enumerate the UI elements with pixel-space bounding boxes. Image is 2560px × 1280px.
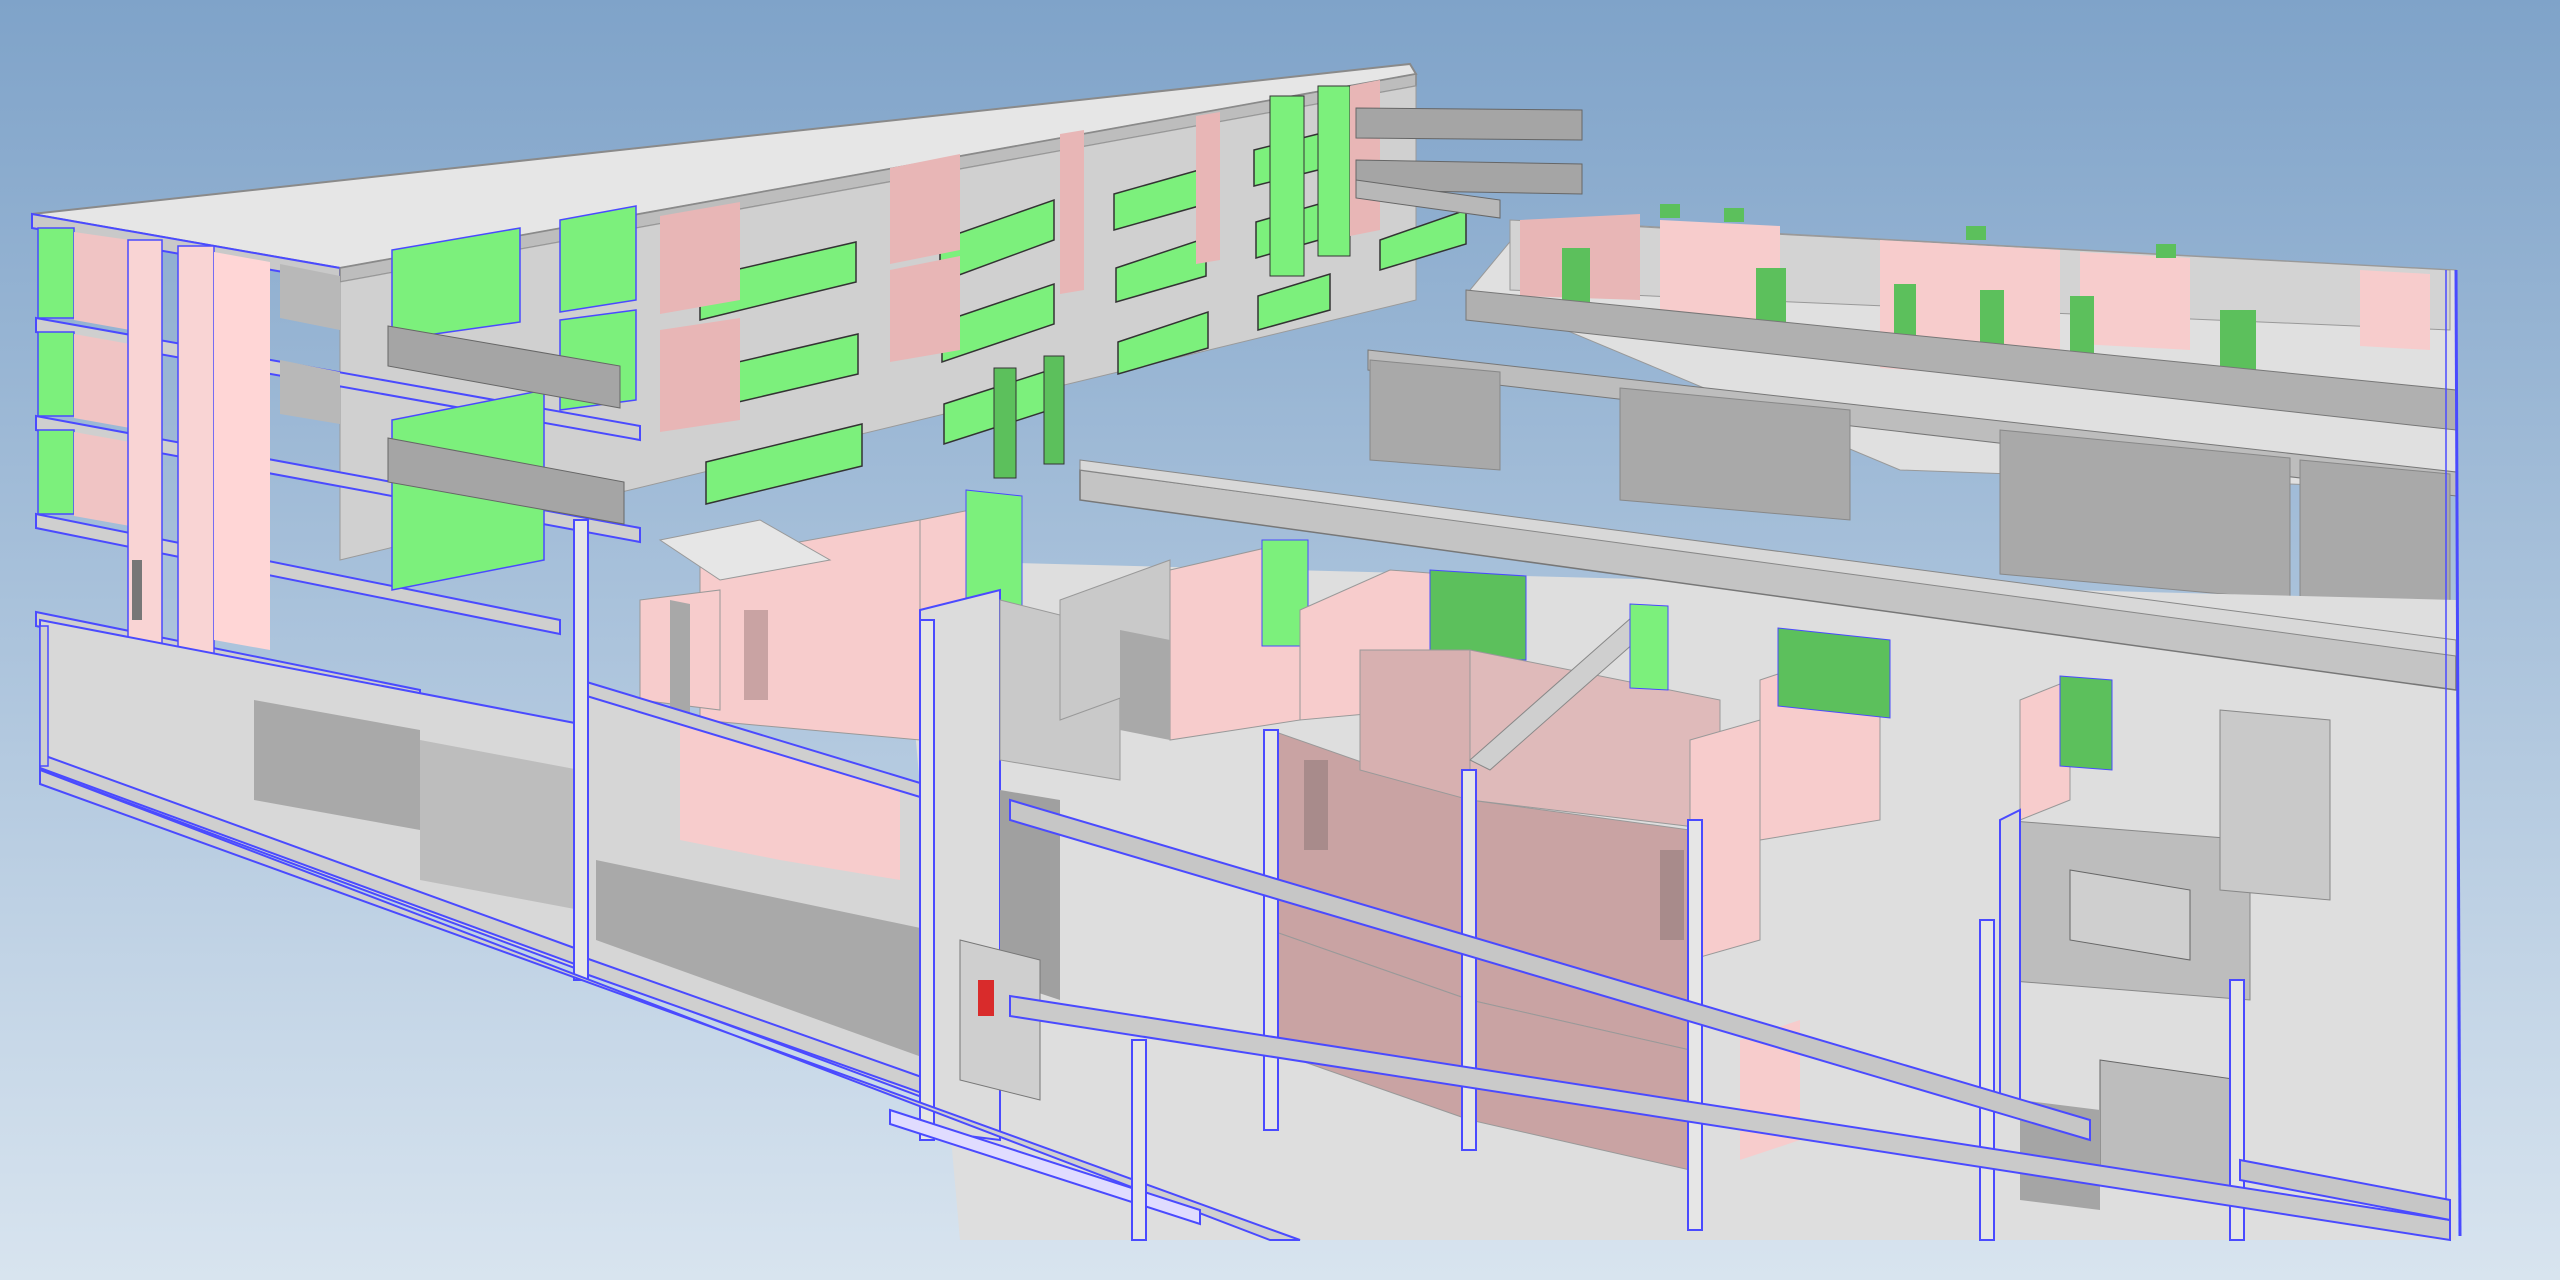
wall (890, 154, 960, 264)
wall (2360, 270, 2430, 350)
column (177, 245, 215, 677)
wall (660, 202, 740, 314)
column (1131, 1039, 1147, 1241)
wall (420, 740, 580, 910)
door-opening (1980, 290, 2004, 350)
wall (2299, 459, 2451, 611)
facade-panel (37, 227, 75, 319)
facade-panel (1317, 85, 1351, 257)
3d-model-viewport[interactable] (0, 0, 2560, 1280)
wall (74, 232, 130, 330)
wall (890, 256, 960, 362)
wall (1060, 130, 1084, 294)
door-opening (2220, 310, 2256, 376)
facade-panel (1724, 208, 1744, 222)
wall (74, 432, 130, 526)
door-opening (744, 610, 768, 700)
column (132, 560, 142, 620)
column (39, 625, 49, 767)
column (993, 367, 1017, 479)
wall (1619, 387, 1851, 521)
wall (74, 334, 130, 428)
wall (1196, 112, 1220, 264)
facade-panel (1269, 95, 1305, 277)
wall (660, 318, 740, 432)
wall (959, 939, 1041, 1101)
door-opening (1660, 850, 1684, 940)
wall (2080, 252, 2190, 350)
facade-panel (1429, 569, 1527, 661)
facade-panel (1966, 226, 1986, 240)
wall (1369, 359, 1501, 471)
door-opening (1756, 268, 1786, 324)
wall (1120, 630, 1170, 740)
wall (1999, 429, 2291, 601)
facade-panel (559, 205, 637, 313)
facade-panel (37, 331, 75, 417)
wall (1999, 808, 2021, 1112)
facade-panel (2156, 244, 2176, 258)
facade-panel (2059, 675, 2113, 771)
facade-panel (1660, 204, 1680, 218)
selected-element[interactable] (978, 980, 994, 1016)
building-model-scene[interactable] (0, 0, 2560, 1280)
column (1979, 919, 1995, 1241)
column (1263, 729, 1279, 1131)
door-opening (1562, 248, 1590, 304)
column (919, 619, 935, 1141)
wall (1350, 80, 1380, 236)
facade-panel (1777, 627, 1891, 719)
floor-slab (1355, 107, 1583, 141)
column (1043, 355, 1065, 465)
door-opening (1304, 760, 1328, 850)
facade-panel (37, 429, 75, 515)
wall (2219, 709, 2331, 901)
column (1461, 769, 1477, 1151)
wall (214, 252, 270, 650)
column (573, 519, 589, 981)
facade-panel (1629, 603, 1669, 691)
door-opening (2070, 296, 2094, 358)
